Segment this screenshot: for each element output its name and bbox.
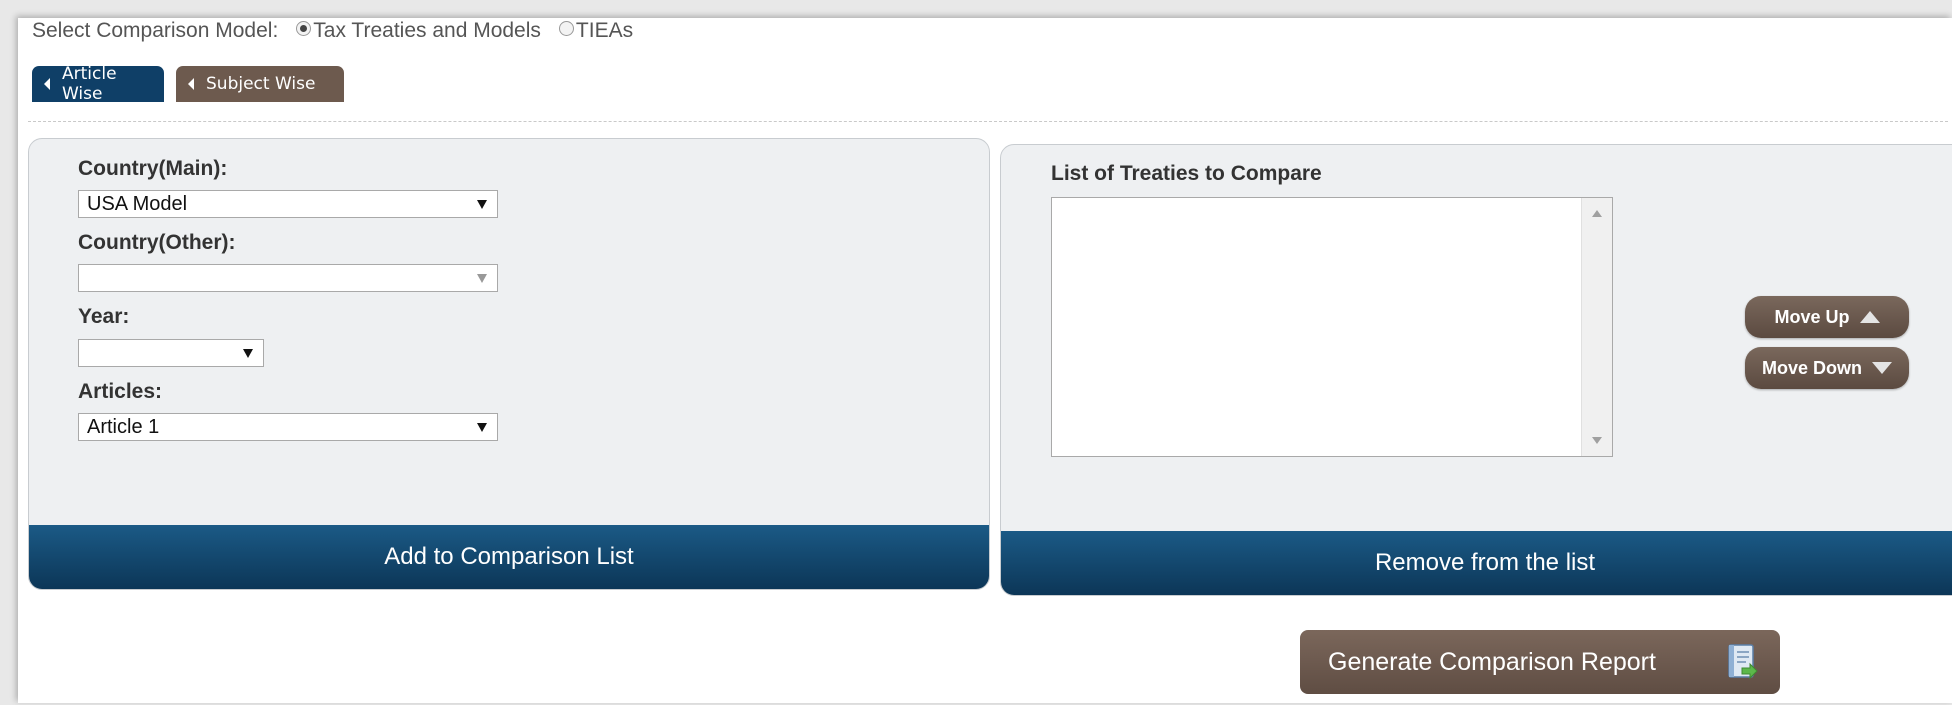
generate-report-label: Generate Comparison Report <box>1328 647 1656 676</box>
chevron-down-icon <box>477 423 487 432</box>
radio-tax-treaties[interactable] <box>296 20 312 36</box>
year-label: Year: <box>78 305 130 328</box>
move-up-button[interactable]: Move Up <box>1745 296 1909 338</box>
triangle-left-icon <box>188 78 194 90</box>
triangle-down-icon <box>1872 362 1892 374</box>
generate-report-button[interactable]: Generate Comparison Report <box>1300 630 1780 694</box>
report-icon <box>1728 644 1758 680</box>
radio-tieas[interactable] <box>558 20 574 36</box>
tab-article-wise[interactable]: Article Wise <box>32 64 164 104</box>
comparison-model-row: Select Comparison Model: Tax Treaties an… <box>32 18 633 44</box>
country-other-label: Country(Other): <box>78 231 236 254</box>
year-select[interactable] <box>78 339 264 367</box>
country-main-label: Country(Main): <box>78 157 228 180</box>
articles-select[interactable]: Article 1 <box>78 413 498 441</box>
country-other-select[interactable] <box>78 264 498 292</box>
chevron-down-icon <box>477 200 487 209</box>
scroll-up-icon[interactable] <box>1592 210 1602 217</box>
add-to-comparison-button[interactable]: Add to Comparison List <box>29 525 989 589</box>
remove-from-list-button[interactable]: Remove from the list <box>1001 531 1952 595</box>
radio-tax-treaties-label[interactable]: Tax Treaties and Models <box>313 19 541 43</box>
radio-tieas-label[interactable]: TIEAs <box>576 19 633 43</box>
triangle-left-icon <box>44 78 50 90</box>
articles-value: Article 1 <box>87 415 160 438</box>
page: Select Comparison Model: Tax Treaties an… <box>18 18 1952 703</box>
tab-subject-wise[interactable]: Subject Wise <box>176 66 344 102</box>
articles-label: Articles: <box>78 380 163 403</box>
comparison-model-label: Select Comparison Model: <box>32 19 279 42</box>
chevron-down-icon <box>243 349 253 358</box>
divider <box>28 121 1948 122</box>
country-main-select[interactable]: USA Model <box>78 190 498 218</box>
triangle-up-icon <box>1859 311 1880 323</box>
tab-article-wise-label: Article Wise <box>62 64 117 104</box>
selection-panel: Country(Main): USA Model Country(Other):… <box>28 138 990 590</box>
tab-subject-wise-label: Subject Wise <box>206 74 316 94</box>
chevron-down-icon <box>477 274 487 283</box>
move-down-button[interactable]: Move Down <box>1745 347 1909 389</box>
country-main-value: USA Model <box>87 192 188 215</box>
comparison-list-panel: List of Treaties to Compare Move Up Move… <box>1000 144 1952 596</box>
listbox-scrollbar[interactable] <box>1581 198 1612 456</box>
move-up-label: Move Up <box>1774 306 1850 327</box>
move-down-label: Move Down <box>1761 357 1862 378</box>
treaty-listbox[interactable] <box>1051 197 1613 457</box>
scroll-down-icon[interactable] <box>1592 437 1602 444</box>
treaty-list-label: List of Treaties to Compare <box>1051 162 1322 185</box>
tab-bar: Article Wise Subject Wise <box>32 64 344 104</box>
